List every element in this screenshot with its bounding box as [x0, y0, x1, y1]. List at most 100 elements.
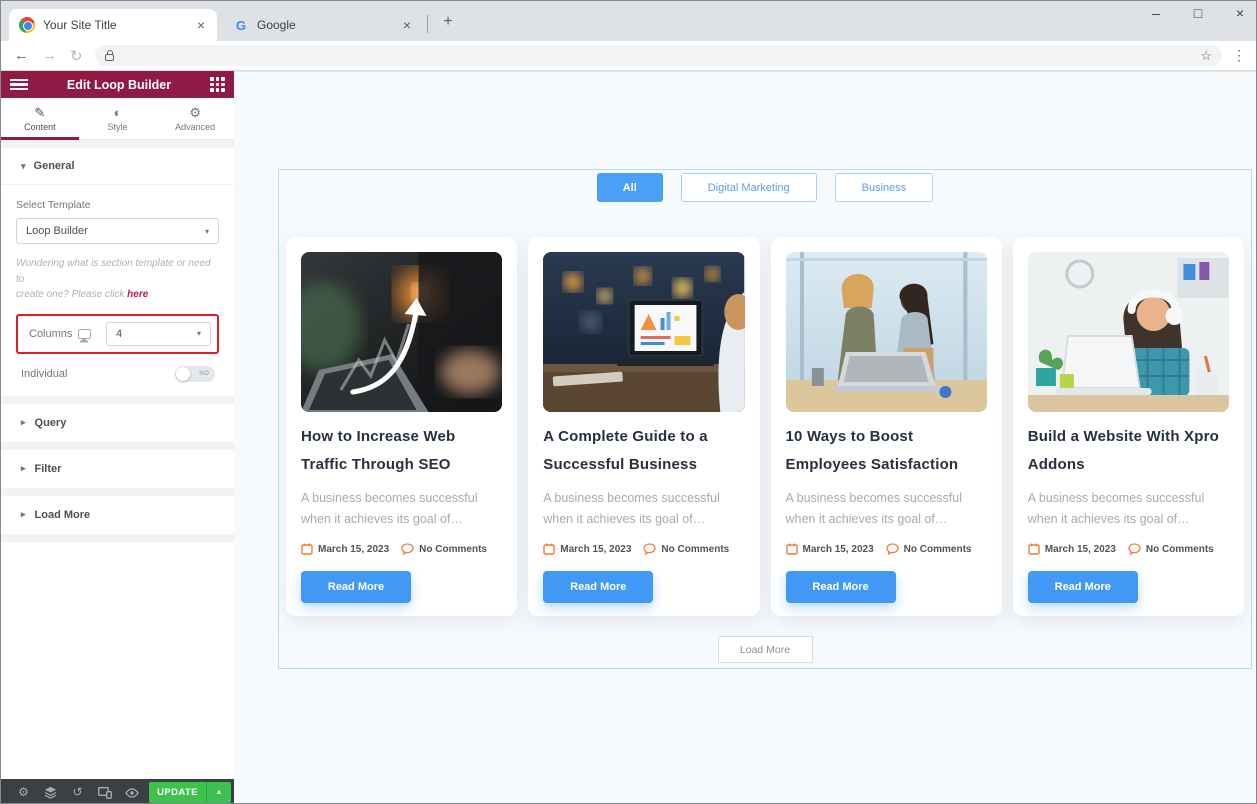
section-query[interactable]: ▸ Query	[1, 404, 234, 442]
columns-label: Columns	[29, 328, 72, 340]
individual-control: Individual NO	[16, 366, 219, 382]
gear-icon: ⚙	[189, 106, 201, 119]
section-load-more[interactable]: ▸ Load More	[1, 496, 234, 534]
responsive-mode-icon[interactable]	[91, 779, 118, 804]
post-title[interactable]: 10 Ways to Boost Employees Satisfaction	[786, 423, 987, 479]
browser-window: Your Site Title × G Google × + – □ × ← →…	[0, 0, 1257, 804]
comments-icon	[643, 543, 656, 555]
new-tab-button[interactable]: +	[437, 11, 459, 33]
individual-label: Individual	[21, 368, 67, 380]
post-card: How to Increase Web Traffic Through SEO …	[286, 237, 517, 616]
tab-label: Advanced	[175, 122, 215, 132]
navigator-layers-icon[interactable]	[37, 779, 64, 804]
hamburger-menu-icon[interactable]	[10, 79, 28, 90]
pencil-icon: ✎	[34, 106, 45, 119]
toggle-state-label: NO	[199, 370, 209, 377]
calendar-icon	[543, 543, 555, 555]
filter-button-digital-marketing[interactable]: Digital Marketing	[681, 173, 817, 202]
columns-value: 4	[116, 328, 122, 340]
forward-icon[interactable]: →	[42, 47, 57, 64]
tab-divider	[427, 15, 428, 33]
post-date: March 15, 2023	[560, 544, 631, 555]
tab-style[interactable]: ◐ Style	[79, 98, 157, 139]
chevron-down-icon: ▾	[197, 329, 201, 338]
post-excerpt: A business becomes successful when it ac…	[543, 488, 744, 530]
close-button[interactable]: ×	[1232, 5, 1248, 21]
calendar-icon	[301, 543, 313, 555]
individual-toggle[interactable]: NO	[175, 366, 215, 382]
back-icon[interactable]: ←	[14, 47, 29, 64]
preview-eye-icon[interactable]	[118, 779, 145, 804]
tab-close-icon[interactable]: ×	[195, 17, 207, 33]
history-icon[interactable]: ↺	[64, 779, 91, 804]
section-general[interactable]: ▾ General	[1, 148, 234, 184]
address-bar[interactable]: ☆	[95, 45, 1222, 66]
help-link[interactable]: here	[127, 289, 148, 300]
update-options-caret[interactable]: ▲	[206, 782, 231, 803]
settings-gear-icon[interactable]: ⚙	[10, 779, 37, 804]
post-comments: No Comments	[904, 544, 972, 555]
bookmark-star-icon[interactable]: ☆	[1200, 48, 1212, 64]
caret-right-icon: ▸	[21, 463, 26, 474]
read-more-button[interactable]: Read More	[786, 571, 896, 603]
loop-builder-section[interactable]: All Digital Marketing Business	[278, 169, 1252, 669]
reload-icon[interactable]: ↻	[70, 47, 83, 65]
select-template-dropdown[interactable]: Loop Builder ▾	[16, 218, 219, 244]
desktop-device-icon[interactable]	[78, 329, 91, 339]
columns-dropdown[interactable]: 4 ▾	[106, 322, 211, 346]
post-title[interactable]: Build a Website With Xpro Addons	[1028, 423, 1229, 479]
maximize-button[interactable]: □	[1190, 5, 1206, 21]
post-thumbnail	[301, 252, 502, 412]
post-cards-row: How to Increase Web Traffic Through SEO …	[279, 237, 1251, 616]
caret-right-icon: ▸	[21, 417, 26, 428]
browser-tab-site[interactable]: Your Site Title ×	[9, 9, 217, 41]
caret-down-icon: ▾	[21, 161, 26, 172]
post-meta: March 15, 2023 No Comments	[301, 543, 502, 555]
lock-icon	[105, 54, 114, 61]
load-more-button[interactable]: Load More	[718, 636, 813, 663]
post-meta: March 15, 2023 No Comments	[1028, 543, 1229, 555]
section-label: Filter	[35, 463, 62, 475]
section-filter[interactable]: ▸ Filter	[1, 450, 234, 488]
read-more-button[interactable]: Read More	[543, 571, 653, 603]
select-template-label: Select Template	[16, 199, 219, 211]
minimize-button[interactable]: –	[1148, 5, 1164, 21]
browser-menu-icon[interactable]: ⋮	[1232, 47, 1246, 64]
read-more-button[interactable]: Read More	[1028, 571, 1138, 603]
post-title[interactable]: A Complete Guide to a Successful Busines…	[543, 423, 744, 479]
tab-title: Your Site Title	[43, 18, 195, 32]
post-comments: No Comments	[661, 544, 729, 555]
panel-tabs: ✎ Content ◐ Style ⚙ Advanced	[1, 98, 234, 140]
widgets-grid-icon[interactable]	[210, 77, 225, 92]
post-card: 10 Ways to Boost Employees Satisfaction …	[771, 237, 1002, 616]
post-thumbnail	[1028, 252, 1229, 412]
read-more-button[interactable]: Read More	[301, 571, 411, 603]
post-date: March 15, 2023	[1045, 544, 1116, 555]
contrast-icon: ◐	[114, 106, 122, 119]
post-meta: March 15, 2023 No Comments	[786, 543, 987, 555]
post-thumbnail	[786, 252, 987, 412]
tab-close-icon[interactable]: ×	[401, 17, 413, 33]
tab-strip: Your Site Title × G Google × + – □ ×	[1, 1, 1256, 41]
post-excerpt: A business becomes successful when it ac…	[301, 488, 502, 530]
tab-label: Content	[24, 122, 56, 132]
general-section-body: Select Template Loop Builder ▾ Wondering…	[1, 184, 234, 396]
post-excerpt: A business becomes successful when it ac…	[786, 488, 987, 530]
comments-icon	[886, 543, 899, 555]
post-title[interactable]: How to Increase Web Traffic Through SEO	[301, 423, 502, 479]
chevron-down-icon: ▾	[205, 227, 209, 236]
filter-button-business[interactable]: Business	[835, 173, 934, 202]
post-meta: March 15, 2023 No Comments	[543, 543, 744, 555]
filter-button-all[interactable]: All	[597, 173, 663, 202]
thumbnail-art-seo	[301, 252, 502, 412]
post-comments: No Comments	[419, 544, 487, 555]
tab-advanced[interactable]: ⚙ Advanced	[156, 98, 234, 139]
editor-canvas: All Digital Marketing Business	[234, 71, 1257, 804]
tab-content[interactable]: ✎ Content	[1, 98, 79, 139]
category-filter-bar: All Digital Marketing Business	[279, 173, 1251, 202]
post-date: March 15, 2023	[318, 544, 389, 555]
section-label: Query	[35, 417, 67, 429]
calendar-icon	[1028, 543, 1040, 555]
update-button[interactable]: UPDATE	[149, 782, 206, 803]
browser-tab-google[interactable]: G Google ×	[223, 9, 423, 41]
